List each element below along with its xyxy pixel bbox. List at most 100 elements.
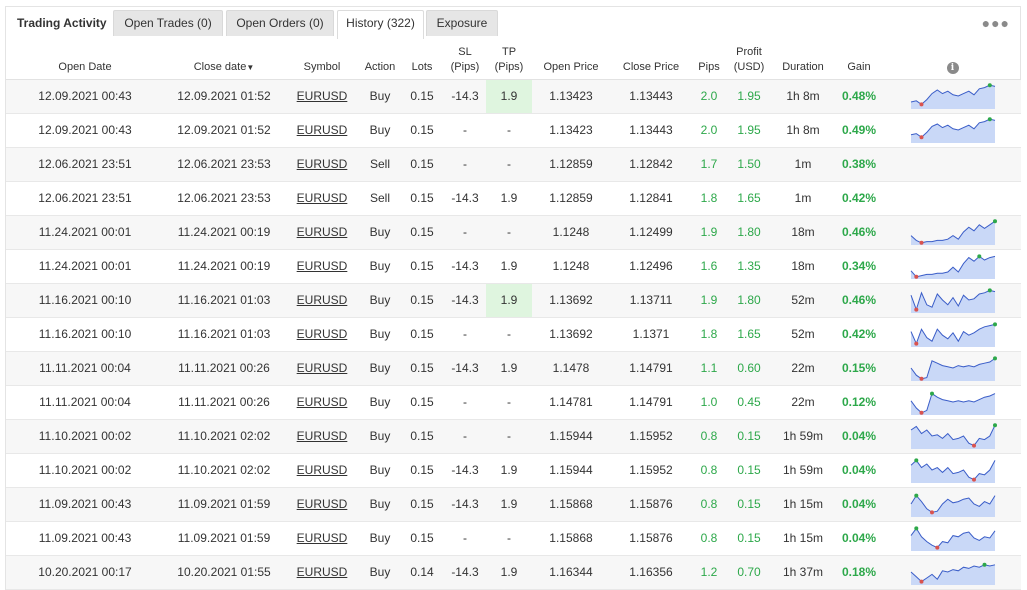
close-price-cell: 1.15876 <box>629 531 673 545</box>
tab-exposure[interactable]: Exposure <box>426 10 498 36</box>
lots-cell: 0.15 <box>400 317 444 352</box>
action-cell: Buy <box>369 395 391 409</box>
col-gain[interactable]: Gain <box>834 39 884 79</box>
table-row[interactable]: 12.06.2021 23:51 12.06.2021 23:53 EURUSD Se… <box>6 181 1021 216</box>
open-price-cell: 1.1248 <box>532 249 610 284</box>
pips-cell: 0.8 <box>692 453 726 488</box>
open-date-cell: 12.06.2021 23:51 <box>38 157 132 171</box>
open-date-cell: 11.24.2021 00:01 <box>6 249 164 284</box>
symbol-cell: EURUSD <box>284 351 360 386</box>
close-date-cell: 11.24.2021 00:19 <box>177 259 271 273</box>
ellipsis-icon[interactable]: ●●● <box>982 15 1010 31</box>
col-sl[interactable]: SL (Pips) <box>444 39 486 79</box>
symbol-cell: EURUSD <box>284 215 360 250</box>
table-row[interactable]: 11.11.2021 00:04 11.11.2021 00:26 EURUSD Bu… <box>6 351 1021 386</box>
col-tp[interactable]: TP (Pips) <box>486 39 532 79</box>
table-row[interactable]: 11.10.2021 00:02 11.10.2021 02:02 EURUSD Bu… <box>6 419 1021 454</box>
duration-cell: 1h 15m <box>782 531 824 545</box>
duration-cell: 18m <box>791 259 815 273</box>
col-duration[interactable]: Duration <box>772 39 834 79</box>
sparkline-chart <box>910 254 995 279</box>
action-cell: Buy <box>369 361 391 375</box>
table-row[interactable]: 11.16.2021 00:10 11.16.2021 01:03 EURUSD Bu… <box>6 317 1021 352</box>
close-date-cell: 12.09.2021 01:52 <box>164 113 284 148</box>
close-price-cell: 1.12842 <box>610 147 692 182</box>
close-price-cell: 1.15876 <box>629 497 673 511</box>
col-lots[interactable]: Lots <box>400 39 444 79</box>
table-row[interactable]: 12.06.2021 23:51 12.06.2021 23:53 EURUSD Se… <box>6 147 1021 182</box>
col-open-date[interactable]: Open Date <box>6 39 164 79</box>
close-price-cell: 1.14791 <box>610 385 692 420</box>
close-date-cell: 11.24.2021 00:19 <box>177 225 271 239</box>
symbol-link[interactable]: EURUSD <box>297 191 348 205</box>
table-row[interactable]: 11.10.2021 00:02 11.10.2021 02:02 EURUSD Bu… <box>6 453 1021 488</box>
duration-cell: 18m <box>772 215 834 250</box>
duration-cell: 1h 59m <box>772 419 834 454</box>
symbol-link[interactable]: EURUSD <box>297 531 348 545</box>
close-price-cell: 1.12842 <box>629 157 673 171</box>
symbol-link[interactable]: EURUSD <box>297 157 348 171</box>
profit-cell: 1.80 <box>726 283 772 318</box>
table-row[interactable]: 10.20.2021 00:17 10.20.2021 01:55 EURUSD Bu… <box>6 555 1021 590</box>
sparkline-min-point <box>913 307 918 312</box>
symbol-link[interactable]: EURUSD <box>297 361 348 375</box>
symbol-link[interactable]: EURUSD <box>297 225 348 239</box>
col-pips[interactable]: Pips <box>692 39 726 79</box>
gain-cell: 0.04% <box>841 463 877 477</box>
col-action[interactable]: Action <box>360 39 400 79</box>
sparkline-cell <box>884 453 1021 488</box>
lots-cell: 0.15 <box>410 361 434 375</box>
col-close-date-label: Close date <box>193 60 247 73</box>
sparkline-chart <box>910 391 995 415</box>
pips-cell: 1.2 <box>700 565 718 579</box>
pips-cell: 2.0 <box>692 113 726 148</box>
table-row[interactable]: 11.24.2021 00:01 11.24.2021 00:19 EURUSD Bu… <box>6 215 1021 250</box>
col-tp-unit: (Pips) <box>494 60 524 73</box>
symbol-link[interactable]: EURUSD <box>297 89 348 103</box>
symbol-link[interactable]: EURUSD <box>297 565 348 579</box>
action-cell: Buy <box>369 463 391 477</box>
table-row[interactable]: 11.09.2021 00:43 11.09.2021 01:59 EURUSD Bu… <box>6 521 1021 556</box>
sparkline-cell <box>884 385 1021 420</box>
col-profit[interactable]: Profit (USD) <box>726 39 772 79</box>
info-icon[interactable]: i <box>946 61 959 74</box>
symbol-link[interactable]: EURUSD <box>297 463 348 477</box>
profit-cell: 0.15 <box>737 497 761 511</box>
symbol-link[interactable]: EURUSD <box>297 123 348 137</box>
col-symbol[interactable]: Symbol <box>284 39 360 79</box>
table-row[interactable]: 11.24.2021 00:01 11.24.2021 00:19 EURUSD Bu… <box>6 249 1021 284</box>
tab-history[interactable]: History (322) <box>337 10 424 39</box>
symbol-link[interactable]: EURUSD <box>297 327 348 341</box>
close-price-cell: 1.12841 <box>610 181 692 216</box>
symbol-link[interactable]: EURUSD <box>297 259 348 273</box>
tp-cell: 1.9 <box>500 497 518 511</box>
symbol-link[interactable]: EURUSD <box>297 497 348 511</box>
gain-cell: 0.49% <box>841 123 877 137</box>
table-row[interactable]: 11.16.2021 00:10 11.16.2021 01:03 EURUSD Bu… <box>6 283 1021 318</box>
sparkline-max-point <box>987 83 992 88</box>
table-row[interactable]: 12.09.2021 00:43 12.09.2021 01:52 EURUSD Bu… <box>6 113 1021 148</box>
tab-open-orders[interactable]: Open Orders (0) <box>226 10 334 36</box>
table-row[interactable]: 11.09.2021 00:43 11.09.2021 01:59 EURUSD Bu… <box>6 487 1021 522</box>
lots-cell: 0.15 <box>400 283 444 318</box>
col-open-price[interactable]: Open Price <box>532 39 610 79</box>
col-close-price[interactable]: Close Price <box>610 39 692 79</box>
gain-cell: 0.04% <box>834 521 884 556</box>
symbol-link[interactable]: EURUSD <box>297 293 348 307</box>
sparkline-chart <box>910 117 995 143</box>
sparkline-area <box>910 425 995 449</box>
table-row[interactable]: 12.09.2021 00:43 12.09.2021 01:52 EURUSD Bu… <box>6 79 1021 114</box>
gain-cell: 0.04% <box>841 497 877 511</box>
close-date-cell: 11.11.2021 00:26 <box>178 395 270 409</box>
table-row[interactable]: 11.11.2021 00:04 11.11.2021 00:26 EURUSD Bu… <box>6 385 1021 420</box>
symbol-link[interactable]: EURUSD <box>297 395 348 409</box>
symbol-link[interactable]: EURUSD <box>297 429 348 443</box>
sparkline-min-point <box>919 410 923 415</box>
gain-cell: 0.46% <box>834 283 884 318</box>
tab-open-trades[interactable]: Open Trades (0) <box>113 10 223 36</box>
sl-cell: - <box>463 429 467 443</box>
col-close-date[interactable]: Close date▼ <box>164 39 284 79</box>
pips-cell: 1.1 <box>692 351 726 386</box>
symbol-cell: EURUSD <box>284 521 360 556</box>
open-price-cell: 1.13692 <box>549 327 593 341</box>
